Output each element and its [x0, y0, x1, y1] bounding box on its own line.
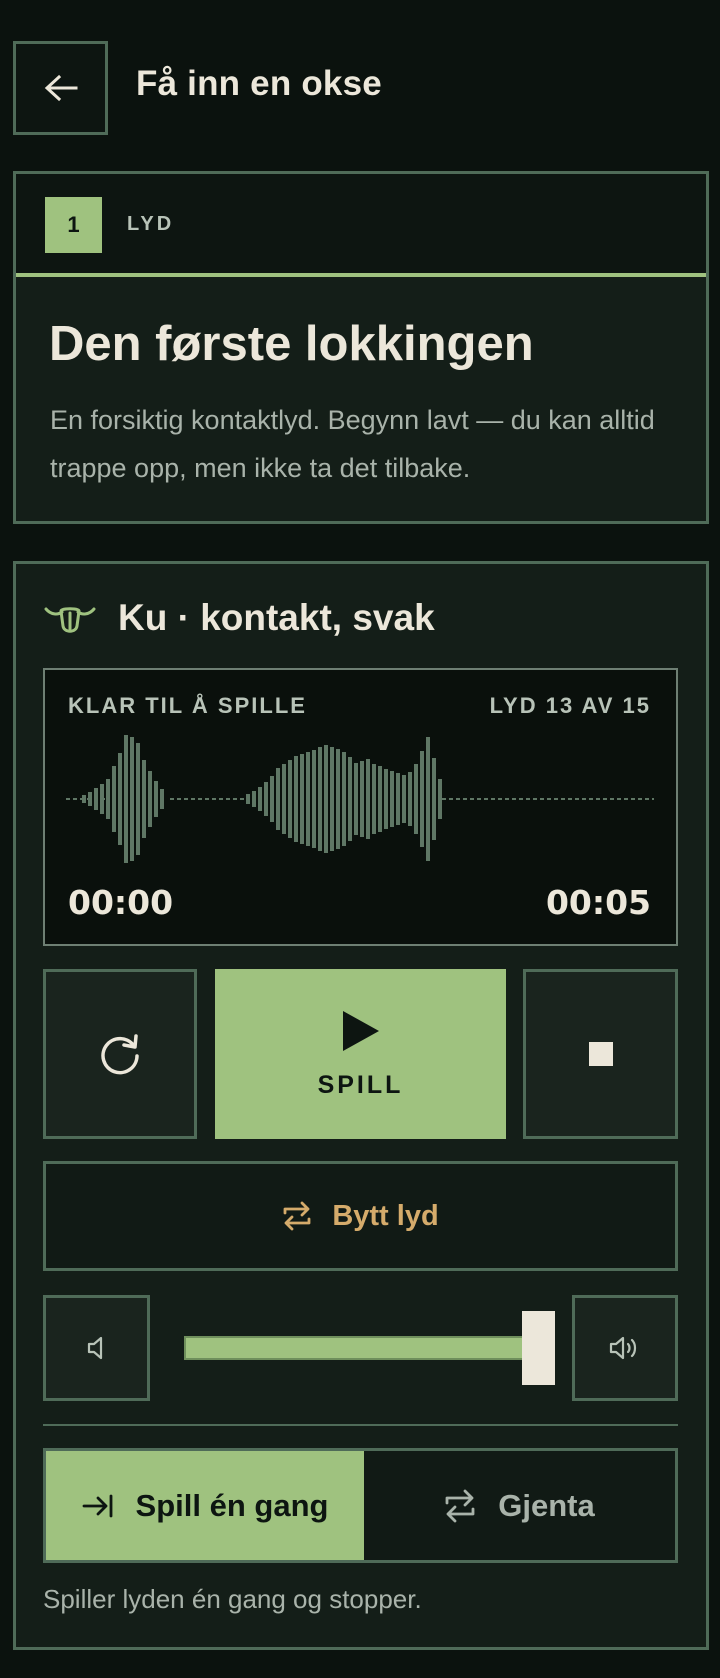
sound-counter: LYD 13 AV 15 [489, 693, 651, 718]
mode-play-once-label: Spill én gang [135, 1487, 329, 1523]
waveform-bar [438, 779, 442, 819]
play-label: SPILL [317, 1070, 404, 1099]
waveform-bar [136, 743, 140, 855]
waveform-bar [288, 760, 292, 838]
waveform-bar [396, 773, 400, 825]
divider [43, 1424, 678, 1426]
step-number-badge: 1 [45, 197, 102, 253]
waveform-bar [82, 795, 86, 803]
volume-up-icon [609, 1336, 637, 1360]
waveform-bar [88, 792, 92, 806]
stop-button[interactable] [523, 969, 678, 1139]
back-button[interactable] [13, 41, 108, 135]
waveform-bar [414, 764, 418, 834]
replay-button[interactable] [43, 969, 197, 1139]
play-mode-toggle: Spill én gang Gjenta [43, 1448, 678, 1563]
step-card: 1 LYD Den første lokkingen En forsiktig … [13, 171, 709, 524]
swap-icon [283, 1201, 311, 1231]
mode-repeat-label: Gjenta [498, 1487, 595, 1523]
waveform-bar [348, 757, 352, 841]
waveform-bar [246, 794, 250, 804]
play-button[interactable]: SPILL [215, 969, 506, 1139]
waveform-bar [94, 788, 98, 810]
waveform-bar [130, 737, 134, 861]
waveform-bar [124, 735, 128, 863]
mode-description: Spiller lyden én gang og stopper. [43, 1584, 422, 1614]
waveform-bar [142, 760, 146, 838]
replay-icon [101, 1034, 139, 1075]
player-status: KLAR TIL Å SPILLE [68, 693, 307, 718]
step-header: 1 LYD [16, 174, 706, 277]
waveform-bar [258, 787, 262, 811]
waveform-bar [330, 747, 334, 851]
volume-down-button[interactable] [43, 1295, 150, 1401]
waveform-bar [312, 750, 316, 848]
waveform-bar [342, 752, 346, 846]
waveform-bar [282, 764, 286, 834]
waveform-bar [408, 772, 412, 826]
stop-icon [588, 1042, 613, 1066]
volume-down-icon [87, 1336, 102, 1360]
waveform-bar [432, 758, 436, 840]
arrow-to-line-icon [82, 1494, 112, 1517]
waveform-bar [420, 751, 424, 847]
swap-sound-label: Bytt lyd [332, 1199, 439, 1232]
waveform-bar [360, 761, 364, 837]
waveform-bar [402, 775, 406, 823]
waveform-bar [372, 764, 376, 834]
waveform-bar [264, 782, 268, 816]
waveform-bar [148, 771, 152, 827]
sound-title: Ku · kontakt, svak [118, 597, 435, 638]
cow-head-icon [44, 607, 96, 633]
waveform-bar [378, 766, 382, 832]
step-description: En forsiktig kontaktlyd. Begynn lavt — d… [50, 405, 655, 483]
volume-slider-thumb[interactable] [522, 1311, 555, 1385]
waveform-bar [300, 754, 304, 844]
page-title: Få inn en okse [136, 64, 382, 103]
mode-play-once-button[interactable]: Spill én gang [46, 1451, 364, 1560]
waveform-bar [252, 791, 256, 807]
waveform-bar [100, 784, 104, 814]
waveform-bar [118, 753, 122, 845]
volume-up-button[interactable] [572, 1295, 678, 1401]
waveform-bar [336, 749, 340, 849]
swap-sound-button[interactable]: Bytt lyd [43, 1161, 678, 1271]
waveform[interactable] [66, 728, 654, 870]
waveform-bar [390, 771, 394, 827]
waveform-bar [426, 737, 430, 861]
waveform-bar [106, 779, 110, 819]
time-current: 00:00 [68, 883, 174, 922]
mode-repeat-button[interactable]: Gjenta [364, 1451, 675, 1560]
waveform-bar [354, 763, 358, 835]
waveform-bar [276, 768, 280, 830]
waveform-bar [112, 766, 116, 832]
waveform-bar [306, 752, 310, 846]
time-total: 00:05 [545, 883, 651, 922]
step-heading: Den første lokkingen [49, 317, 534, 371]
repeat-icon [445, 1489, 475, 1522]
waveform-bar [366, 759, 370, 839]
waveform-bar [294, 756, 298, 842]
play-icon [342, 1010, 379, 1051]
waveform-bar [384, 769, 388, 829]
waveform-bar [270, 776, 274, 822]
volume-slider-track[interactable] [184, 1336, 544, 1360]
waveform-bar [160, 789, 164, 809]
waveform-bar [324, 745, 328, 853]
waveform-bar [154, 781, 158, 817]
step-kind-label: LYD [127, 213, 175, 235]
arrow-left-icon [44, 74, 77, 102]
waveform-bar [318, 747, 322, 851]
